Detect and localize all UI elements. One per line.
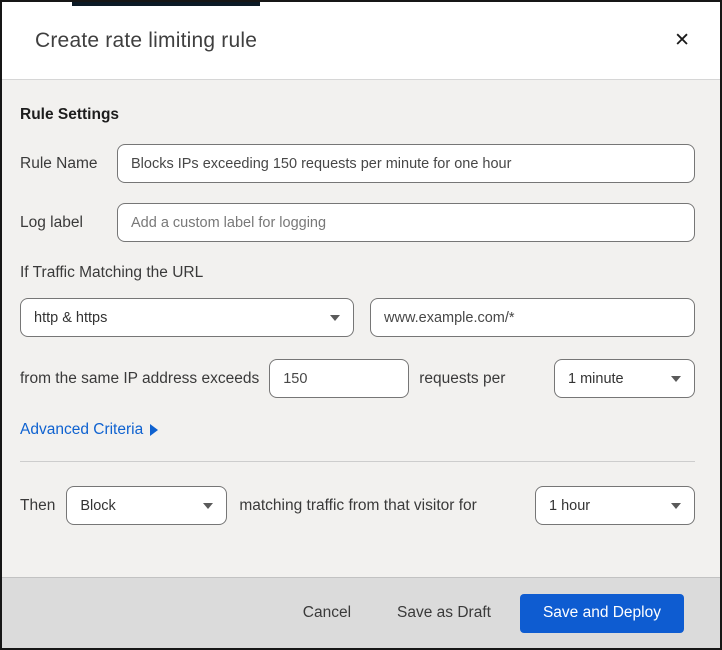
action-middle-text: matching traffic from that visitor for (239, 496, 477, 514)
action-select-value: Block (80, 497, 116, 514)
rule-name-row: Rule Name (20, 144, 695, 183)
log-label-input[interactable] (117, 203, 695, 242)
advanced-criteria-wrap: Advanced Criteria (20, 398, 695, 439)
period-select[interactable]: 1 minute (554, 359, 695, 398)
duration-select[interactable]: 1 hour (535, 486, 695, 525)
chevron-down-icon (330, 314, 340, 321)
advanced-criteria-label: Advanced Criteria (20, 421, 144, 438)
rule-name-input[interactable] (117, 144, 695, 183)
threshold-row: from the same IP address exceeds request… (20, 359, 695, 398)
cancel-button[interactable]: Cancel (303, 604, 351, 622)
dialog-title: Create rate limiting rule (35, 28, 258, 52)
exceeds-prefix-text: from the same IP address exceeds (20, 369, 260, 387)
create-rate-limiting-rule-dialog: Create rate limiting rule ✕ Rule Setting… (0, 0, 722, 650)
advanced-criteria-link[interactable]: Advanced Criteria (20, 421, 159, 439)
period-select-value: 1 minute (568, 370, 624, 387)
request-count-input[interactable] (269, 359, 410, 398)
rule-settings-heading: Rule Settings (20, 106, 120, 123)
rule-name-label: Rule Name (20, 154, 98, 172)
top-accent-bar (72, 2, 260, 6)
scheme-select[interactable]: http & https (20, 298, 354, 337)
action-select[interactable]: Block (66, 486, 228, 525)
chevron-down-icon (671, 502, 681, 509)
scheme-select-value: http & https (34, 309, 108, 326)
dialog-footer: Cancel Save as Draft Save and Deploy (2, 577, 720, 648)
duration-select-value: 1 hour (549, 497, 591, 514)
traffic-match-heading: If Traffic Matching the URL (20, 264, 204, 281)
save-as-draft-button[interactable]: Save as Draft (397, 604, 491, 622)
chevron-down-icon (671, 375, 681, 382)
then-label: Then (20, 496, 56, 514)
dialog-header: Create rate limiting rule ✕ (2, 2, 720, 80)
save-and-deploy-button[interactable]: Save and Deploy (519, 593, 684, 633)
dialog-body: Rule Settings Rule Name Log label If Tra… (2, 106, 720, 525)
url-match-row: http & https (20, 298, 695, 337)
url-pattern-input[interactable] (370, 298, 695, 337)
requests-per-text: requests per (419, 369, 506, 387)
close-icon[interactable]: ✕ (670, 27, 694, 54)
log-label-label: Log label (20, 213, 83, 231)
section-divider (20, 461, 695, 462)
log-label-row: Log label (20, 203, 695, 242)
triangle-right-icon (150, 424, 159, 436)
action-row: Then Block matching traffic from that vi… (20, 486, 695, 525)
chevron-down-icon (203, 502, 214, 509)
